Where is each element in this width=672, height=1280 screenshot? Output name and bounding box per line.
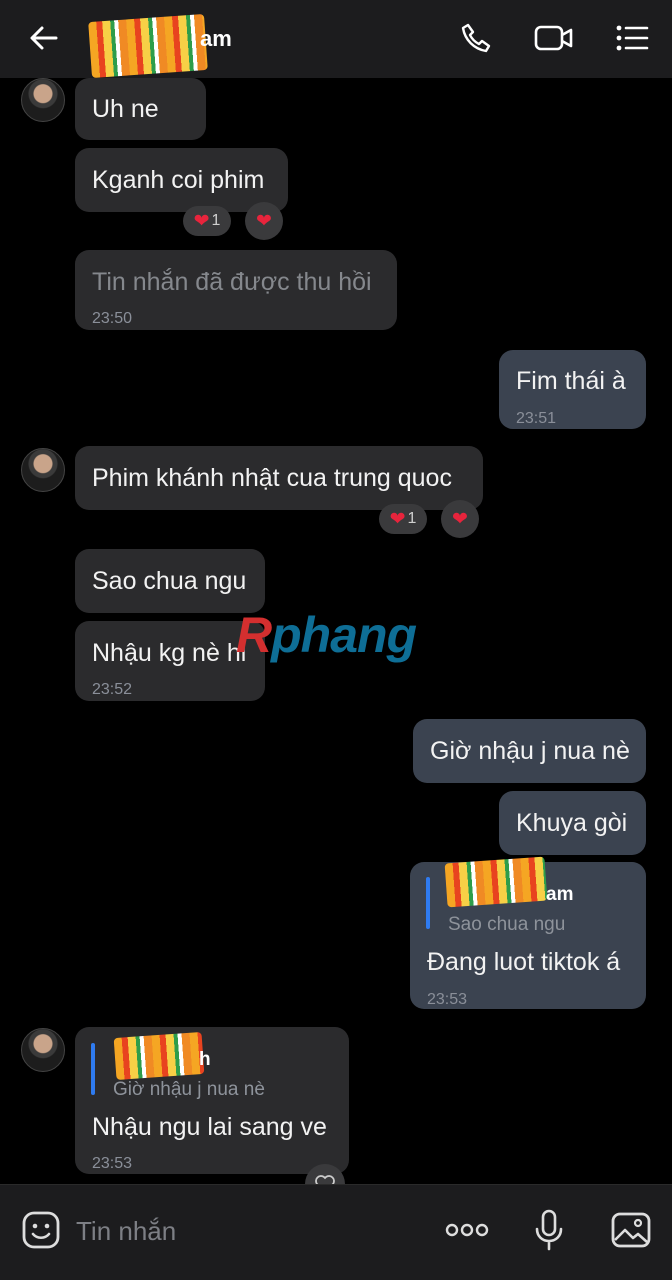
menu-list-icon[interactable]	[610, 16, 654, 60]
message-text: Giờ nhậu j nua nè	[430, 737, 630, 765]
microphone-icon[interactable]	[526, 1207, 572, 1253]
reply-sender-name: am	[546, 884, 574, 905]
message-text: Uh ne	[92, 95, 159, 123]
redaction-scribble	[113, 1031, 205, 1081]
chat-header: am	[0, 0, 672, 78]
heart-icon: ❤	[389, 508, 406, 530]
avatar[interactable]	[21, 78, 65, 122]
message-time: 23:50	[92, 310, 133, 327]
message-time: 23:53	[427, 991, 468, 1008]
reply-quote: Giờ nhậu j nua nè	[113, 1079, 265, 1100]
heart-icon: ❤	[256, 210, 272, 232]
react-button[interactable]: ❤	[441, 500, 479, 538]
message-time: 23:53	[92, 1155, 133, 1172]
react-button[interactable]: ❤	[245, 202, 283, 240]
phone-icon[interactable]	[454, 16, 498, 60]
recalled-message-bubble[interactable]: Tin nhắn đã được thu hồi 23:50	[75, 250, 397, 330]
message-bubble[interactable]: Uh ne	[75, 78, 206, 140]
message-bubble[interactable]: Sao chua ngu	[75, 549, 265, 613]
message-text: Tin nhắn đã được thu hồi	[92, 268, 372, 296]
reply-bar	[91, 1043, 95, 1095]
message-text: Nhậu kg nè hi	[92, 639, 247, 667]
message-bubble[interactable]: Giờ nhậu j nua nè	[413, 719, 646, 783]
avatar[interactable]	[21, 1028, 65, 1072]
redaction-scribble	[444, 856, 548, 908]
message-text: Nhậu ngu lai sang ve	[92, 1113, 327, 1141]
more-icon[interactable]	[444, 1207, 490, 1253]
message-time: 23:51	[516, 410, 557, 427]
message-bubble[interactable]: Fim thái à 23:51	[499, 350, 646, 429]
message-text: Khuya gòi	[516, 809, 628, 837]
reply-sender-name: h	[199, 1049, 211, 1070]
message-time: 23:52	[92, 681, 133, 698]
back-arrow-icon[interactable]	[22, 16, 66, 60]
reply-message-bubble[interactable]: h Giờ nhậu j nua nè Nhậu ngu lai sang ve…	[75, 1027, 349, 1174]
heart-outline-icon	[315, 1175, 335, 1184]
message-composer: Tin nhắn	[0, 1184, 672, 1280]
image-icon[interactable]	[608, 1207, 654, 1253]
message-text: Kganh coi phim	[92, 166, 265, 194]
heart-icon: ❤	[193, 210, 210, 232]
contact-name[interactable]: am	[200, 26, 232, 52]
redaction-scribble	[88, 14, 208, 78]
message-bubble[interactable]: Khuya gòi	[499, 791, 646, 855]
heart-icon: ❤	[452, 508, 468, 530]
watermark-logo: Rphang	[236, 607, 417, 663]
avatar[interactable]	[21, 448, 65, 492]
reaction-count-badge[interactable]: ❤ 1	[183, 206, 231, 236]
reply-bar	[426, 877, 430, 929]
video-call-icon[interactable]	[532, 16, 576, 60]
message-bubble[interactable]: Phim khánh nhật cua trung quoc	[75, 446, 483, 510]
message-text: Fim thái à	[516, 367, 626, 395]
message-text: Phim khánh nhật cua trung quoc	[92, 464, 452, 492]
reply-quote: Sao chua ngu	[448, 914, 566, 935]
reply-message-bubble[interactable]: am Sao chua ngu Đang luot tiktok á 23:53	[410, 856, 646, 1009]
reaction-count-badge[interactable]: ❤ 1	[379, 504, 427, 534]
sticker-icon[interactable]	[18, 1207, 64, 1253]
message-input[interactable]: Tin nhắn	[76, 1211, 406, 1251]
message-text: Sao chua ngu	[92, 567, 247, 595]
message-text: Đang luot tiktok á	[427, 948, 621, 976]
